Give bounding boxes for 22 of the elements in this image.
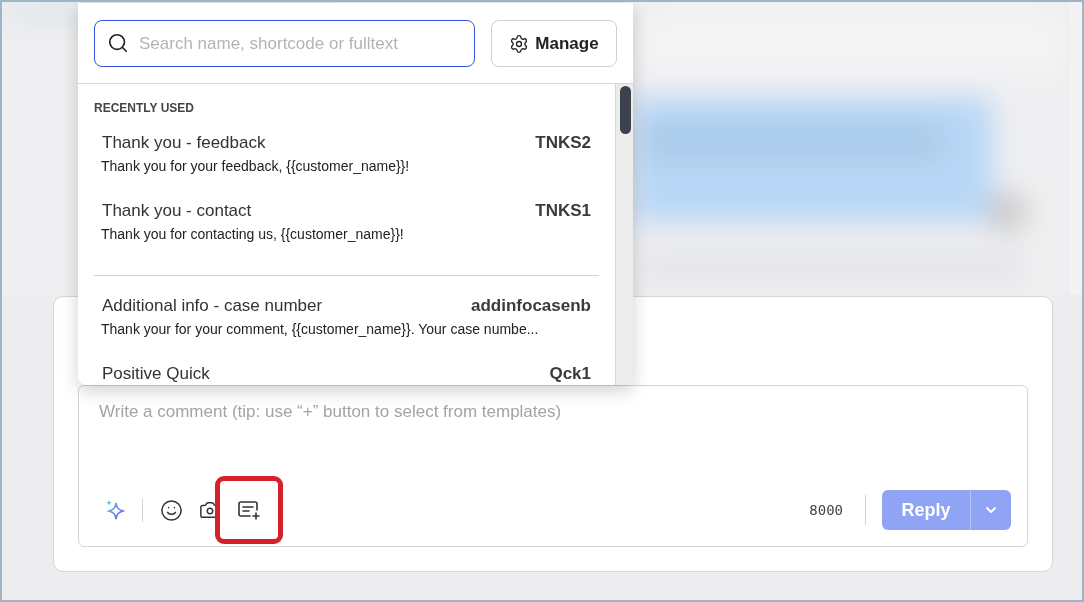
search-icon <box>107 32 129 54</box>
smiley-icon <box>159 498 183 522</box>
template-preview: Thank you for your feedback, {{customer_name}}! <box>101 158 411 174</box>
template-shortcode: TNKS2 <box>535 133 591 153</box>
template-preview: Thank your for your comment, {{customer_name}}. Your case numbe... <box>101 321 540 337</box>
search-field[interactable]: Search name, shortcode or fulltext <box>94 20 475 67</box>
template-name[interactable]: Additional info - case number <box>102 296 323 316</box>
template-shortcode: Qck1 <box>549 364 591 384</box>
template-preview: Thank you for contacting us, {{customer_name}}! <box>101 226 405 242</box>
section-heading: RECENTLY USED <box>94 101 196 115</box>
manage-button[interactable]: Manage <box>491 20 617 67</box>
template-name[interactable]: Positive Quick <box>102 364 210 384</box>
character-count: 8000 <box>809 502 843 518</box>
highlight-frame <box>215 476 283 544</box>
template-shortcode: TNKS1 <box>535 201 591 221</box>
template-name[interactable]: Thank you - feedback <box>102 133 266 153</box>
template-add-icon <box>237 499 261 521</box>
scrollbar-thumb[interactable] <box>620 86 631 134</box>
template-name[interactable]: Thank you - contact <box>102 201 252 221</box>
template-shortcode: addinfocasenb <box>471 296 591 316</box>
sparkle-icon <box>105 499 125 521</box>
settings-icon <box>509 33 530 54</box>
